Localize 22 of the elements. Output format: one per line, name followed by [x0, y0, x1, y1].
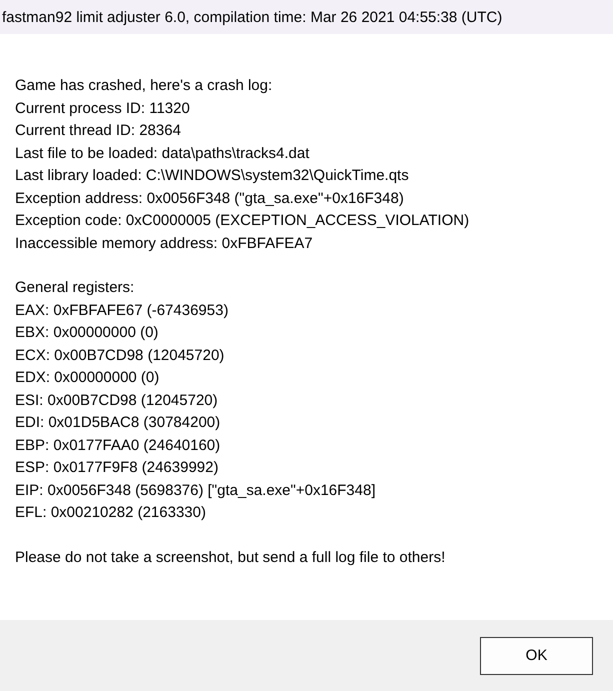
log-line: ECX: 0x00B7CD98 (12045720): [15, 346, 226, 366]
log-line: EBX: 0x00000000 (0): [15, 323, 160, 343]
ok-button[interactable]: OK: [480, 636, 593, 674]
window-title: fastman92 limit adjuster 6.0, compilation time: Mar 26 2021 04:55:38 (UTC): [0, 0, 613, 34]
log-line: EDI: 0x01D5BAC8 (30784200): [15, 413, 222, 433]
log-line: Game has crashed, here's a crash log:: [15, 76, 274, 96]
log-line: Please do not take a screenshot, but send a full log file to others!: [15, 548, 446, 568]
log-line: EDX: 0x00000000 (0): [15, 368, 160, 388]
log-line: Exception code: 0xC0000005 (EXCEPTION_ACCESS_VIOLATION): [15, 211, 470, 231]
log-line: EIP: 0x0056F348 (5698376) ["gta_sa.exe"+0x16F348]: [15, 480, 376, 500]
log-line: Exception address: 0x0056F348 ("gta_sa.exe"+0x16F348): [15, 188, 405, 208]
log-line: Inaccessible memory address: 0xFBFAFEA7: [15, 234, 314, 254]
log-line: EBP: 0x0177FAA0 (24640160): [15, 436, 222, 456]
log-line: EAX: 0xFBFAFE67 (-67436953): [15, 300, 230, 320]
log-line: EFL: 0x00210282 (2163330): [15, 503, 207, 523]
log-line: Last file to be loaded: data\paths\tracks4.dat: [15, 144, 310, 164]
log-line: Last library loaded: C:\WINDOWS\system32\QuickTime.qts: [15, 166, 410, 186]
log-line: ESI: 0x00B7CD98 (12045720): [15, 390, 219, 410]
log-line: Current thread ID: 28364: [15, 121, 182, 141]
log-line: ESP: 0x0177F9F8 (24639992): [15, 458, 220, 478]
log-line: Current process ID: 11320: [15, 98, 191, 118]
log-line: General registers:: [15, 278, 136, 298]
